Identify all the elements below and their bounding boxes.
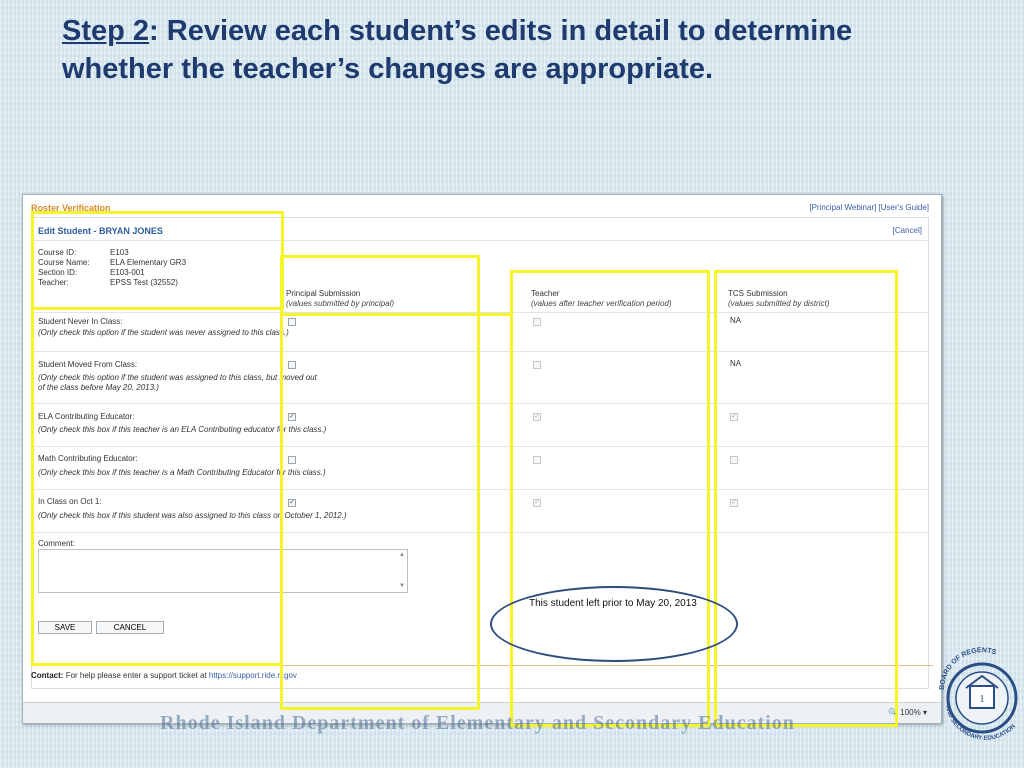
row-label-never-in-class: Student Never In Class: bbox=[38, 317, 123, 326]
slide-title-text: : Review each student’s edits in detail … bbox=[62, 15, 853, 85]
row-label-in-class-oct1: In Class on Oct 1: bbox=[38, 497, 102, 506]
zoom-level: 100% bbox=[900, 708, 921, 717]
row-label-math-contributing: Math Contributing Educator: bbox=[38, 454, 138, 463]
tcs-submission-highlight-box bbox=[714, 270, 898, 727]
row-label-moved-from-class: Student Moved From Class: bbox=[38, 360, 138, 369]
seal-center-mark: 1 bbox=[980, 694, 985, 705]
comment-label: Comment: bbox=[38, 539, 75, 548]
cancel-button[interactable]: CANCEL bbox=[96, 621, 164, 634]
row-note-continued: of the class before May 20, 2013.) bbox=[38, 383, 159, 392]
contact-label: Contact: bbox=[31, 671, 64, 680]
ride-watermark: Rhode Island Department of Elementary an… bbox=[160, 712, 795, 734]
principal-submission-highlight-box bbox=[280, 255, 480, 710]
slide-title-step: Step 2 bbox=[62, 15, 150, 47]
contact-text: For help please enter a support ticket a… bbox=[65, 671, 207, 680]
highlight-bottom-line bbox=[31, 663, 283, 666]
callout-text: This student left prior to May 20, 2013 bbox=[529, 598, 697, 609]
help-links[interactable]: [Principal Webinar] [User's Guide] bbox=[809, 203, 929, 212]
slide-title: Step 2: Review each student’s edits in d… bbox=[62, 12, 962, 88]
row-note: (Only check this option if the student w… bbox=[38, 328, 289, 337]
board-of-regents-seal-logo: 1 BOARD OF REGENTS AND SECONDARY EDUCATI… bbox=[939, 647, 1018, 742]
save-button[interactable]: SAVE bbox=[38, 621, 92, 634]
contact-line: Contact: For help please enter a support… bbox=[31, 671, 297, 680]
course-info-highlight-box bbox=[31, 211, 284, 310]
row-label-ela-contributing: ELA Contributing Educator: bbox=[38, 412, 135, 421]
row-note: (Only check this option if the student w… bbox=[38, 373, 317, 382]
cancel-link[interactable]: [Cancel] bbox=[893, 226, 922, 235]
highlight-left-line bbox=[31, 310, 34, 666]
